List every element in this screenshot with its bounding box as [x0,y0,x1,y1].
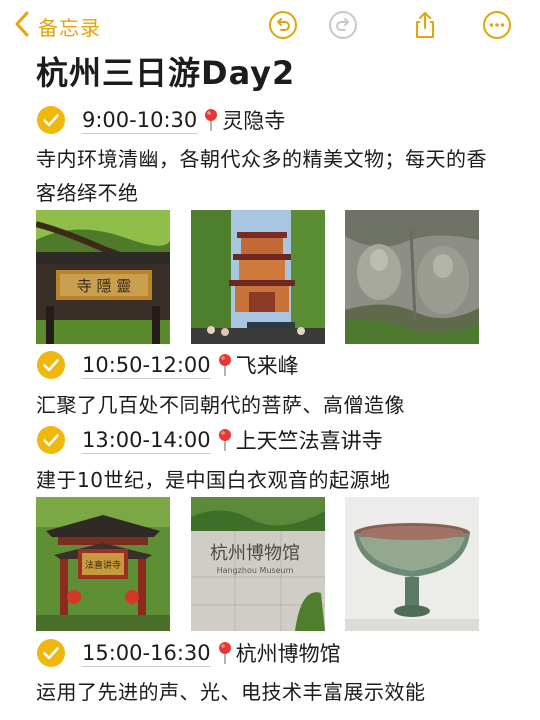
photo-lingyin-temple-pagoda-hall[interactable] [191,210,325,344]
redo-button[interactable] [326,10,360,44]
time-range[interactable]: 9:00-10:30 [82,108,197,132]
map-pin-icon [217,428,233,452]
back-label: 备忘录 [38,15,101,40]
svg-text:法喜讲寺: 法喜讲寺 [85,559,121,571]
redo-circle-icon [328,10,358,44]
map-pin-icon [217,641,233,665]
time-range[interactable]: 10:50-12:00 [82,353,211,377]
checklist-item[interactable]: 15:00-16:30 杭州博物馆 [36,636,341,670]
undo-button[interactable] [266,10,300,44]
chevron-left-icon [14,11,30,41]
svg-text:Hangzhou Museum: Hangzhou Museum [217,566,294,575]
back-button[interactable]: 备忘录 [14,10,101,42]
time-range[interactable]: 13:00-14:00 [82,428,211,452]
place-name[interactable]: 杭州博物馆 [236,638,341,668]
photo-lingyin-temple-gate-plaque[interactable]: 寺 隱 靈 [36,210,170,344]
map-pin-icon [217,353,233,377]
checkmark-circle-icon[interactable] [36,638,66,668]
place-name[interactable]: 飞来峰 [236,350,299,380]
item-description[interactable]: 寺内环境清幽，各朝代众多的精美文物；每天的香客络绎不绝 [36,142,506,210]
svg-text:杭州博物馆: 杭州博物馆 [210,543,300,564]
photo-faxi-temple-gate[interactable]: 法喜讲寺 [36,497,170,631]
undo-circle-icon [268,10,298,44]
checkmark-circle-icon[interactable] [36,350,66,380]
photo-celadon-stem-cup[interactable] [345,497,479,631]
time-range[interactable]: 15:00-16:30 [82,641,211,665]
item-description[interactable]: 运用了先进的声、光、电技术丰富展示效能 [36,675,506,709]
top-toolbar: 备忘录 [0,0,540,52]
share-icon [410,10,440,44]
item-description[interactable]: 建于10世纪，是中国白衣观音的起源地 [36,463,506,497]
more-circle-icon [482,10,512,44]
checkmark-circle-icon[interactable] [36,425,66,455]
checkmark-circle-icon[interactable] [36,105,66,135]
place-name[interactable]: 上天竺法喜讲寺 [236,425,383,455]
checklist-item[interactable]: 9:00-10:30 灵隐寺 [36,103,285,137]
item-description[interactable]: 汇聚了几百处不同朝代的菩萨、高僧造像 [36,388,506,422]
checklist-item[interactable]: 13:00-14:00 上天竺法喜讲寺 [36,423,383,457]
checklist-item[interactable]: 10:50-12:00 飞来峰 [36,348,299,382]
map-pin-icon [203,108,219,132]
more-button[interactable] [480,10,514,44]
note-title[interactable]: 杭州三日游Day2 [36,48,295,94]
share-button[interactable] [408,10,442,44]
photo-feilaifeng-stone-carvings[interactable] [345,210,479,344]
place-name[interactable]: 灵隐寺 [222,105,285,135]
svg-text:寺 隱 靈: 寺 隱 靈 [77,277,132,295]
photo-hangzhou-museum-sign[interactable]: 杭州博物馆 Hangzhou Museum [191,497,325,631]
